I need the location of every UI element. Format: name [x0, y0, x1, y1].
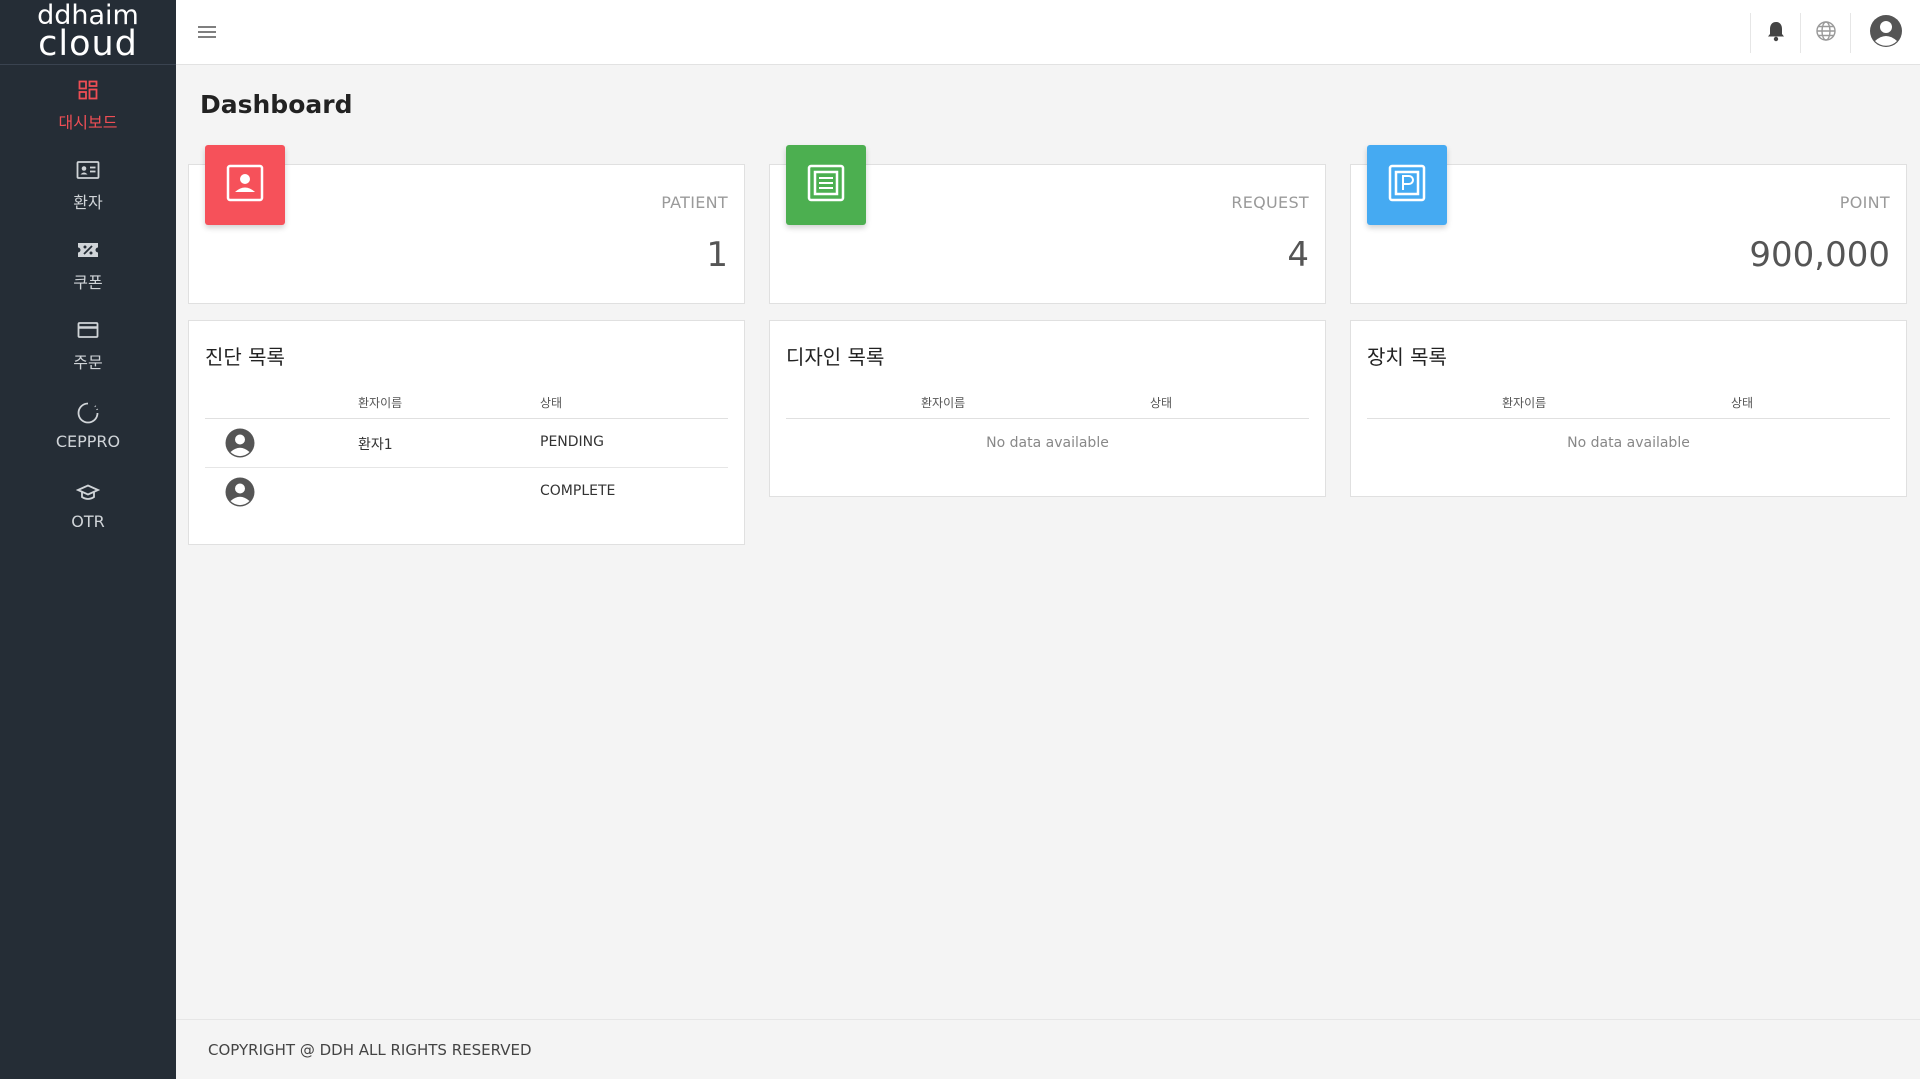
sidebar-item-label: 쿠폰 [73, 273, 103, 292]
coupon-icon [75, 237, 101, 263]
empty-message: No data available [1567, 435, 1690, 451]
card-title: 진단 목록 [205, 345, 285, 369]
patient-name: 환자1 [358, 437, 393, 453]
column-header-status[interactable]: 상태 [1731, 394, 1753, 411]
graduation-cap-icon [75, 480, 101, 506]
stat-label: REQUEST [1231, 193, 1309, 212]
copyright-text: COPYRIGHT @ DDH ALL RIGHTS RESERVED [208, 1041, 532, 1059]
stat-card-request[interactable]: REQUEST 4 [769, 145, 1326, 304]
user-avatar-icon [225, 428, 255, 458]
sidebar-item-label: OTR [71, 511, 105, 531]
sidebar-item-label: 주문 [73, 353, 103, 372]
stat-card-point[interactable]: POINT 900,000 [1350, 145, 1907, 304]
globe-icon [1815, 20, 1837, 46]
sidebar-item-otr[interactable]: OTR [0, 465, 176, 545]
status-text: COMPLETE [540, 483, 616, 499]
sidebar: ddhaim cloud 대시보드 환자 쿠폰 주문 CEPPRO OTR [0, 0, 176, 1079]
loading-circle-icon [75, 400, 101, 426]
stat-card-patient[interactable]: PATIENT 1 [188, 145, 745, 304]
bell-icon [1766, 20, 1786, 46]
table-row[interactable]: COMPLETE [205, 468, 728, 517]
column-header-patient-name[interactable]: 환자이름 [358, 394, 402, 411]
design-list-card: 디자인 목록 환자이름 상태 No data available [769, 320, 1326, 497]
sidebar-item-patient[interactable]: 환자 [0, 145, 176, 225]
device-list-card: 장치 목록 환자이름 상태 No data available [1350, 320, 1907, 497]
dashboard-icon [75, 77, 101, 103]
stat-value: 1 [706, 235, 728, 275]
column-header-status[interactable]: 상태 [1150, 394, 1172, 411]
top-header [176, 0, 1920, 65]
status-text: PENDING [540, 434, 604, 450]
profile-button[interactable] [1850, 12, 1920, 53]
stat-badge [786, 145, 866, 225]
column-header-patient-name[interactable]: 환자이름 [1502, 394, 1546, 411]
language-button[interactable] [1800, 12, 1850, 53]
notification-button[interactable] [1750, 12, 1800, 53]
point-p-icon [1387, 163, 1427, 207]
sidebar-item-label: 환자 [73, 193, 103, 212]
table-header: 환자이름 상태 [205, 385, 728, 419]
card-title: 디자인 목록 [786, 345, 885, 369]
diagnosis-list-card: 진단 목록 환자이름 상태 환자1 PENDING COMPLETE [188, 320, 745, 545]
user-avatar-icon [225, 477, 255, 507]
page-title: Dashboard [200, 90, 353, 119]
stat-label: PATIENT [661, 193, 728, 212]
credit-card-icon [75, 317, 101, 343]
sidebar-item-dashboard[interactable]: 대시보드 [0, 65, 176, 145]
table-row[interactable]: 환자1 PENDING [205, 419, 728, 468]
stat-value: 900,000 [1749, 235, 1890, 275]
stat-badge [1367, 145, 1447, 225]
hamburger-menu-icon[interactable] [194, 20, 220, 44]
stat-value: 4 [1287, 235, 1309, 275]
diagnosis-table: 환자이름 상태 환자1 PENDING COMPLETE [205, 385, 728, 517]
stat-label: POINT [1839, 193, 1890, 212]
empty-message: No data available [986, 435, 1109, 451]
device-table: 환자이름 상태 No data available [1367, 385, 1890, 468]
sidebar-item-order[interactable]: 주문 [0, 305, 176, 385]
person-badge-icon [225, 163, 265, 207]
sidebar-item-ceppro[interactable]: CEPPRO [0, 385, 176, 465]
logo-line-2: cloud [38, 24, 138, 65]
design-table: 환자이름 상태 No data available [786, 385, 1309, 468]
logo[interactable]: ddhaim cloud [0, 0, 176, 65]
sidebar-item-label: CEPPRO [55, 431, 121, 451]
table-header: 환자이름 상태 [786, 385, 1309, 419]
user-avatar-icon [1869, 14, 1903, 52]
column-header-status[interactable]: 상태 [540, 394, 562, 411]
card-title: 장치 목록 [1367, 345, 1447, 369]
stat-badge [205, 145, 285, 225]
footer: COPYRIGHT @ DDH ALL RIGHTS RESERVED [176, 1019, 1920, 1079]
column-header-patient-name[interactable]: 환자이름 [921, 394, 965, 411]
table-header: 환자이름 상태 [1367, 385, 1890, 419]
document-icon [806, 163, 846, 207]
patient-card-icon [75, 157, 101, 183]
sidebar-item-coupon[interactable]: 쿠폰 [0, 225, 176, 305]
sidebar-item-label: 대시보드 [58, 113, 118, 132]
